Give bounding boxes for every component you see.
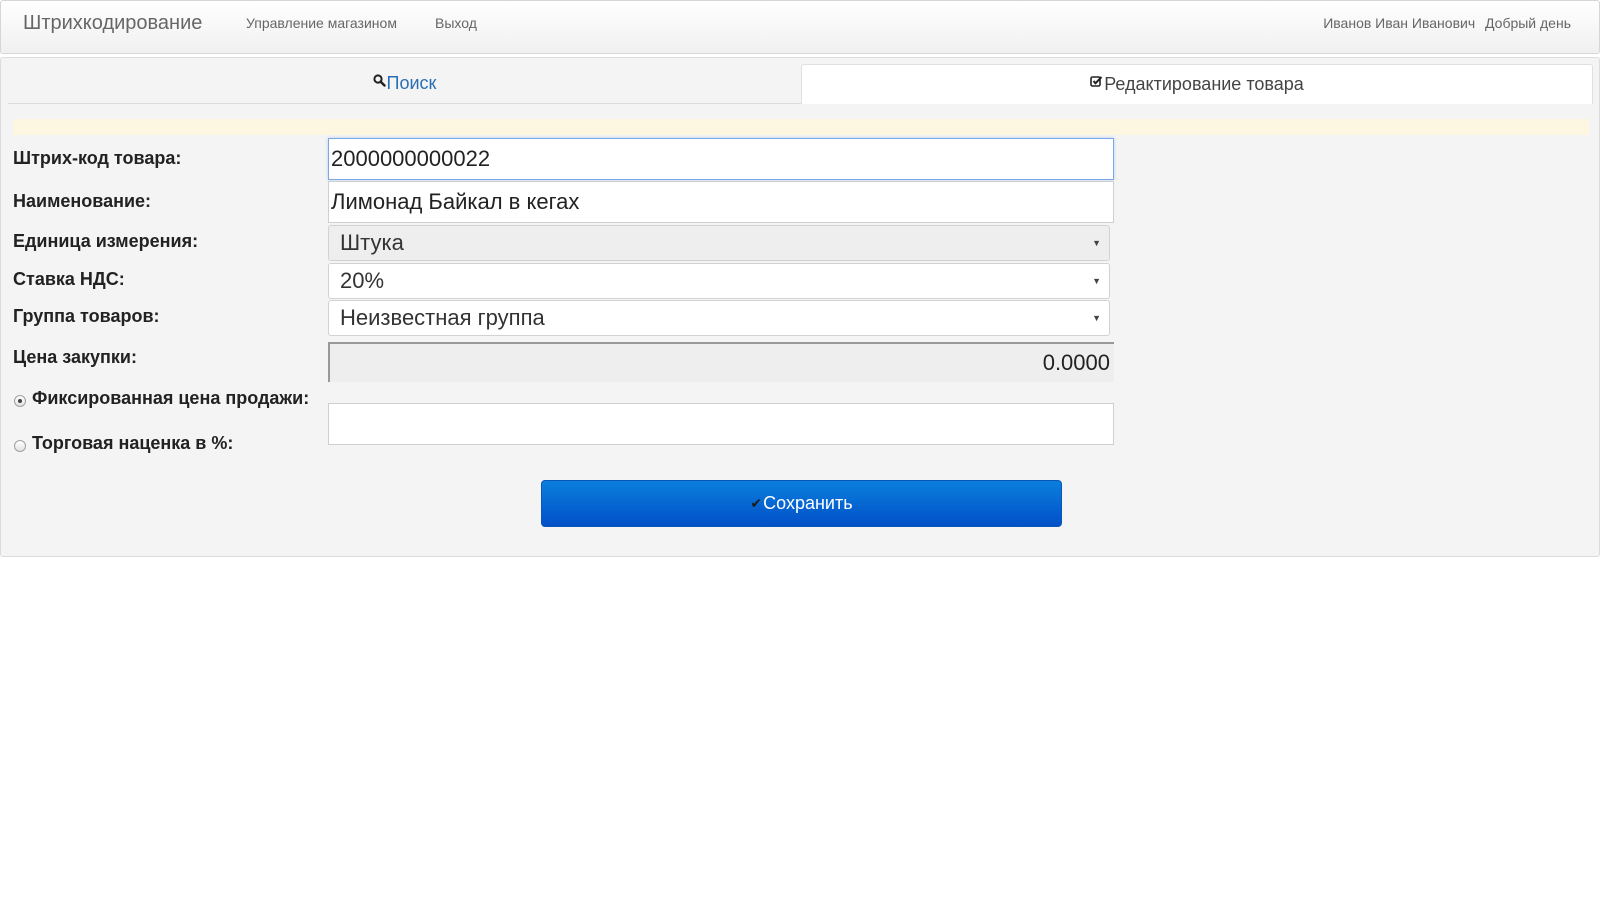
nav-link-store-management[interactable]: Управление магазином bbox=[246, 15, 397, 31]
unit-selected-value: Штука bbox=[340, 230, 404, 255]
fixed-price-radio[interactable] bbox=[14, 395, 26, 407]
top-navbar: Штрихкодирование Управление магазином Вы… bbox=[0, 0, 1600, 54]
product-name-input[interactable]: Лимонад Байкал в кегах bbox=[328, 181, 1114, 223]
checkmark-icon: ✔ bbox=[750, 495, 763, 511]
brand-title[interactable]: Штрихкодирование bbox=[23, 12, 202, 35]
purchase-price-label: Цена закупки: bbox=[13, 347, 137, 367]
save-button-label: Сохранить bbox=[763, 493, 853, 513]
barcode-input[interactable]: 2000000000022 bbox=[328, 138, 1114, 180]
markup-label: Торговая наценка в %: bbox=[32, 433, 234, 453]
tab-search-label: Поиск bbox=[386, 73, 437, 93]
barcode-label: Штрих-код товара: bbox=[13, 148, 182, 168]
chevron-down-icon: ▼ bbox=[1092, 313, 1101, 323]
chevron-down-icon: ▼ bbox=[1092, 238, 1101, 248]
vat-select[interactable]: 20% ▼ bbox=[328, 263, 1110, 299]
search-icon bbox=[372, 62, 386, 100]
notice-bar bbox=[13, 119, 1589, 135]
vat-selected-value: 20% bbox=[340, 268, 385, 293]
chevron-down-icon: ▼ bbox=[1092, 276, 1101, 286]
unit-label: Единица измерения: bbox=[13, 231, 199, 251]
user-info: Иванов Иван Иванович Добрый день bbox=[1317, 15, 1571, 31]
group-select[interactable]: Неизвестная группа ▼ bbox=[328, 300, 1110, 336]
markup-radio[interactable] bbox=[14, 440, 26, 452]
purchase-price-field: 0.0000 bbox=[328, 342, 1114, 382]
group-label: Группа товаров: bbox=[13, 306, 160, 326]
tab-edit-label: Редактирование товара bbox=[1104, 74, 1304, 94]
fixed-price-label: Фиксированная цена продажи: bbox=[32, 388, 310, 408]
edit-check-icon bbox=[1090, 63, 1103, 101]
product-name-label: Наименование: bbox=[13, 191, 152, 211]
price-value-input[interactable] bbox=[328, 403, 1114, 445]
unit-select[interactable]: Штука ▼ bbox=[328, 225, 1110, 261]
main-panel: Поиск Редактирование товара Штрих-код то… bbox=[0, 57, 1600, 557]
tab-search[interactable]: Поиск bbox=[8, 64, 801, 104]
vat-label: Ставка НДС: bbox=[13, 269, 125, 289]
nav-link-logout[interactable]: Выход bbox=[435, 15, 477, 31]
group-selected-value: Неизвестная группа bbox=[340, 305, 545, 330]
tab-edit-product[interactable]: Редактирование товара bbox=[801, 64, 1593, 104]
greeting-text: Добрый день bbox=[1485, 15, 1571, 31]
user-name[interactable]: Иванов Иван Иванович bbox=[1323, 15, 1475, 31]
save-button[interactable]: ✔ Сохранить bbox=[541, 480, 1062, 527]
